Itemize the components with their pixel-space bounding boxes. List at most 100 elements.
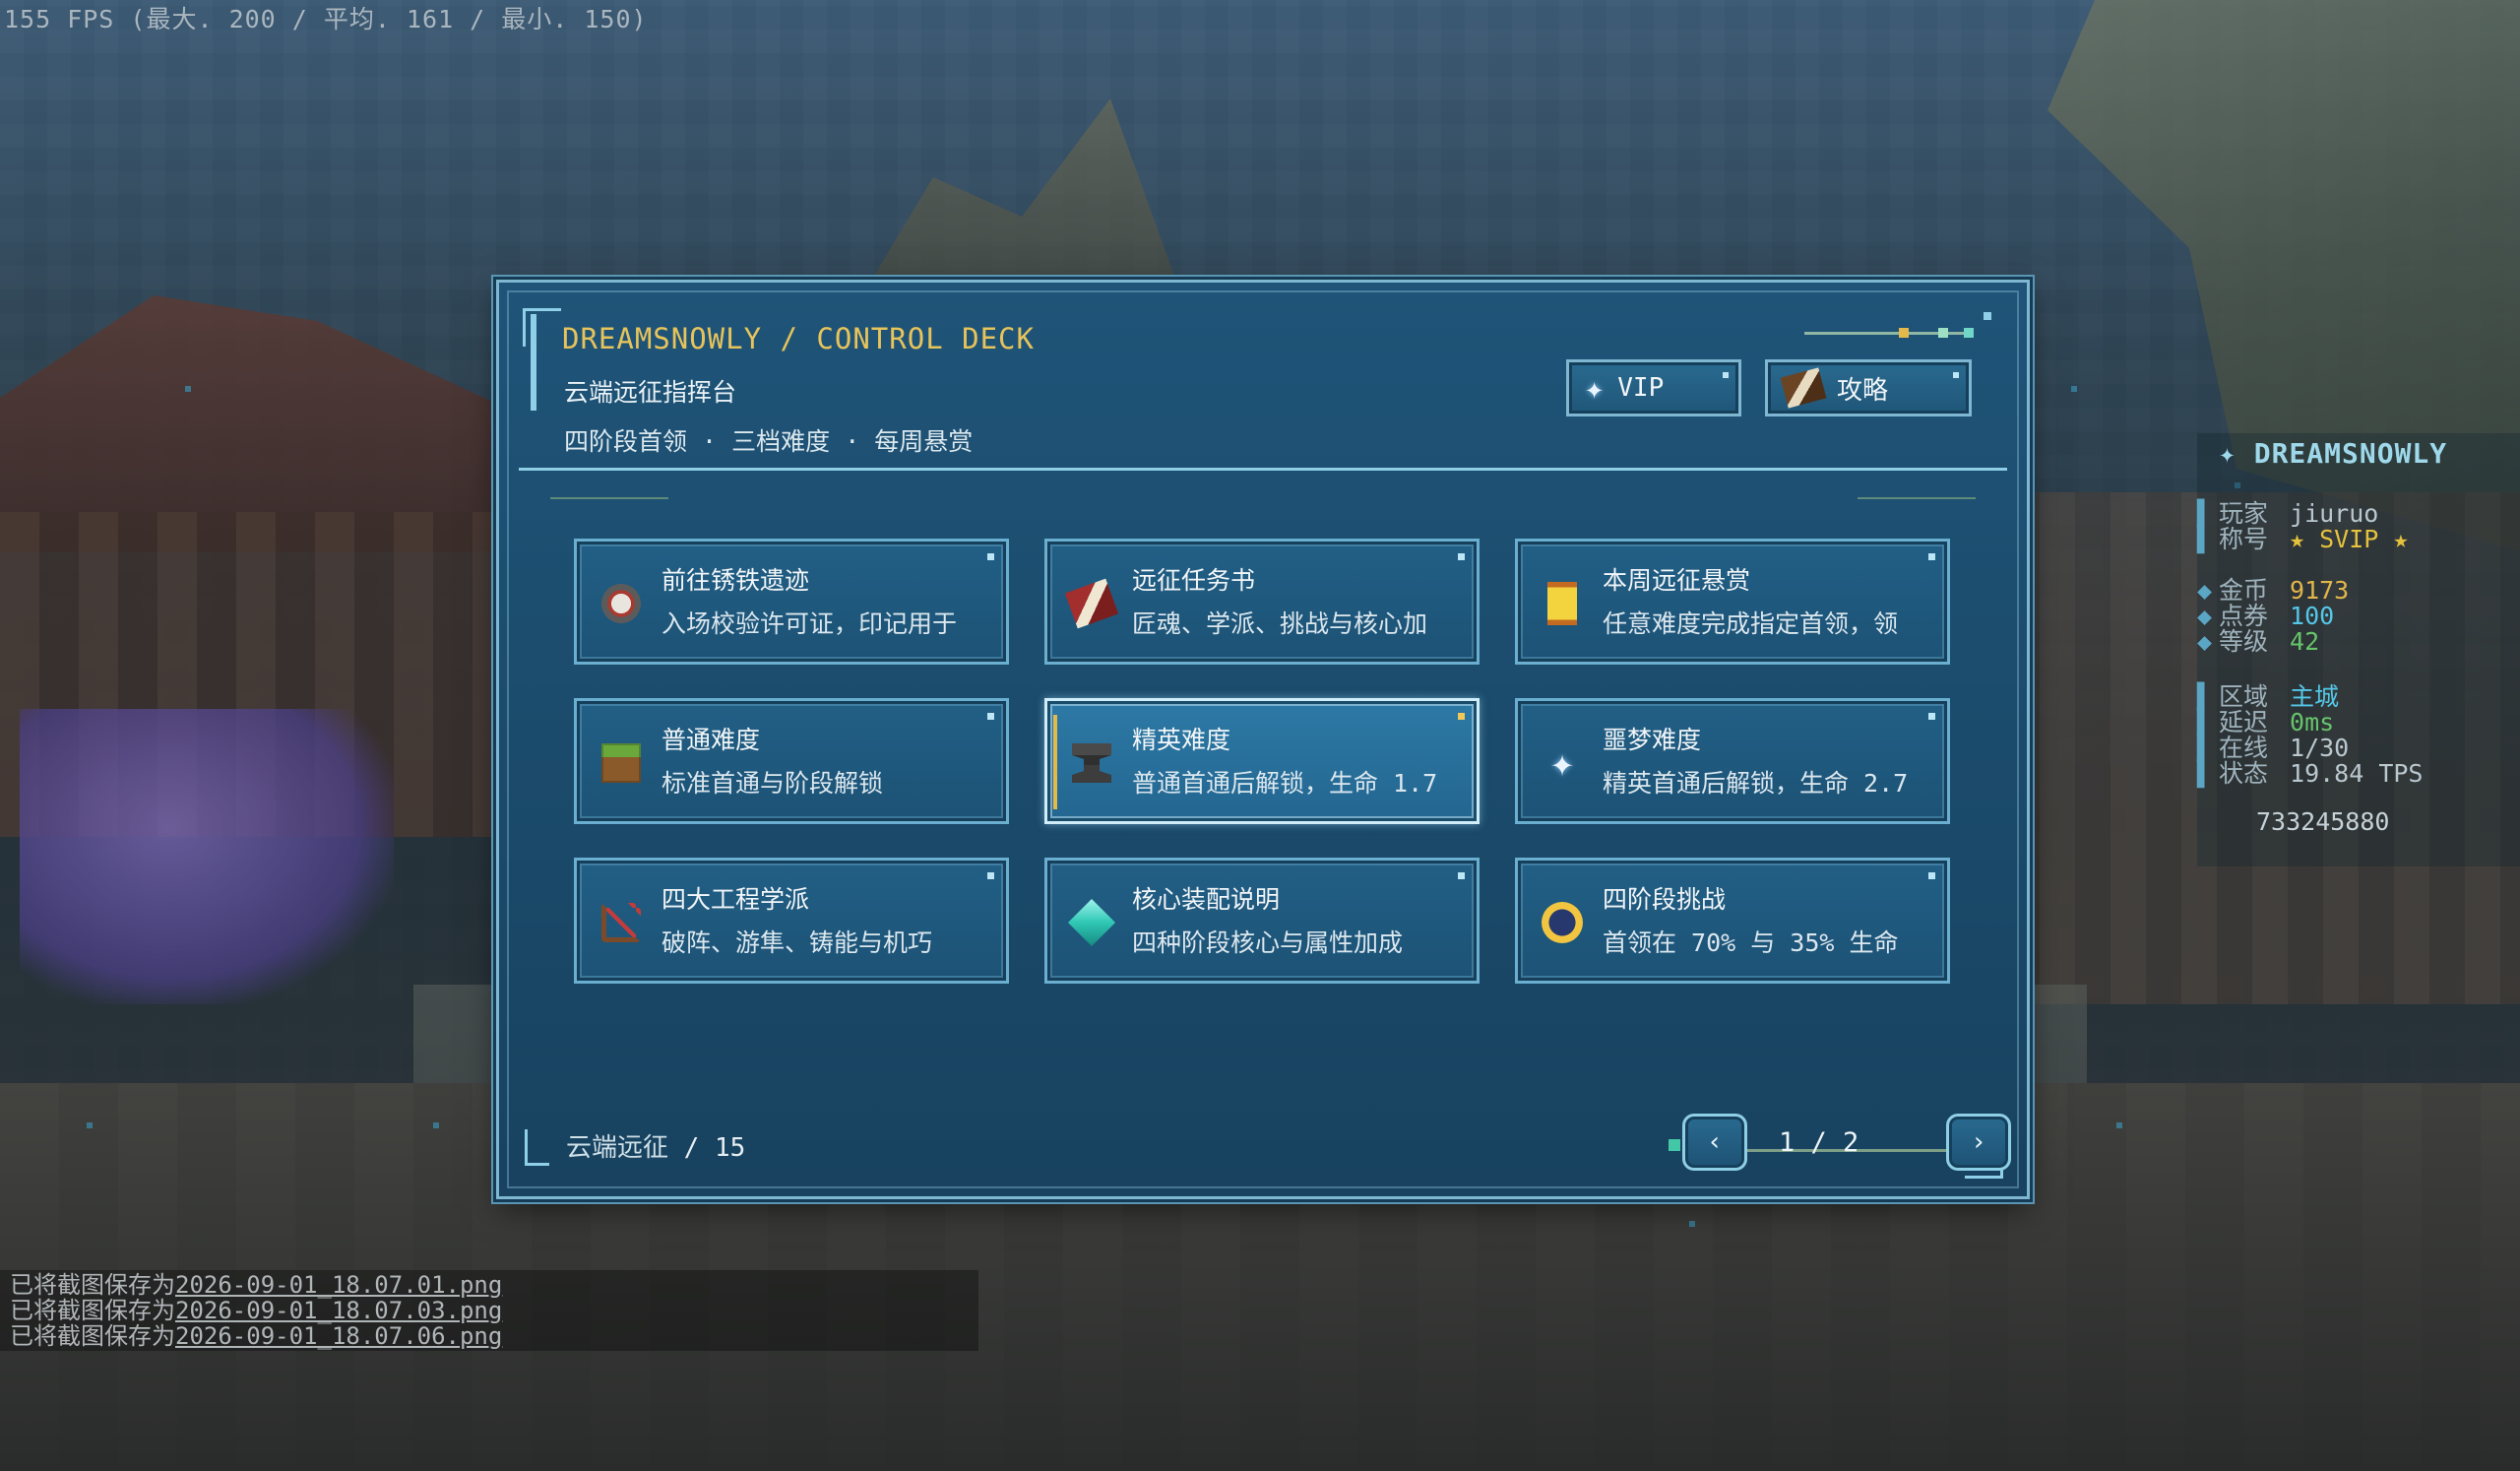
particle bbox=[2116, 1122, 2122, 1128]
chat-prefix: 已将截图保存为 bbox=[10, 1271, 175, 1299]
tile-pip bbox=[1928, 553, 1935, 560]
tile-title: 精英难度 bbox=[1132, 726, 1231, 754]
tile-elite-difficulty[interactable]: 精英难度 普通首通后解锁，生命 1.7 bbox=[1044, 698, 1480, 824]
tile-nightmare-difficulty[interactable]: ✦ 噩梦难度 精英首通后解锁，生命 2.7 bbox=[1515, 698, 1950, 824]
tile-description: 匠魂、学派、挑战与核心加 bbox=[1132, 609, 1428, 638]
item-count-label: 云端远征 bbox=[566, 1133, 669, 1163]
book-icon bbox=[1780, 367, 1827, 409]
tile-pip bbox=[1458, 872, 1465, 879]
tile-title: 远征任务书 bbox=[1132, 566, 1256, 595]
selected-accent bbox=[1053, 715, 1057, 809]
tile-description: 破阵、游隼、铸能与机巧 bbox=[662, 928, 933, 957]
tile-title: 噩梦难度 bbox=[1603, 726, 1702, 754]
particle bbox=[2071, 386, 2077, 392]
clock-icon bbox=[1538, 898, 1587, 947]
tile-description: 任意难度完成指定首领，领 bbox=[1603, 609, 1899, 638]
tile-pip bbox=[1458, 713, 1465, 720]
scoreboard-row: ◆ 等级 42 bbox=[2197, 627, 2320, 656]
scoreboard-title: ✦ DREAMSNOWLY bbox=[2219, 437, 2448, 470]
chat-line: 已将截图保存为2026-09-01_18.07.01.png bbox=[10, 1272, 502, 1298]
terrain-spire bbox=[862, 98, 1181, 295]
book-icon bbox=[1064, 578, 1119, 629]
tile-title: 四阶段挑战 bbox=[1603, 885, 1727, 914]
next-page-button[interactable]: › bbox=[1946, 1114, 2011, 1171]
tile-title: 核心装配说明 bbox=[1132, 885, 1281, 914]
tile-pip bbox=[1928, 713, 1935, 720]
header-divider bbox=[519, 468, 2007, 471]
divider-decoration bbox=[1858, 497, 1976, 499]
tile-title: 前往锈铁遗迹 bbox=[662, 566, 810, 595]
divider-decoration bbox=[550, 497, 668, 499]
tile-pip bbox=[1928, 872, 1935, 879]
pagination-indicator bbox=[1669, 1139, 1680, 1151]
chat-file-link[interactable]: 2026-09-01_18.07.03.png bbox=[175, 1297, 502, 1324]
nether-star-icon: ✦ bbox=[1549, 740, 1575, 786]
tile-pip bbox=[1458, 553, 1465, 560]
prev-page-button[interactable]: ‹ bbox=[1682, 1114, 1747, 1171]
tile-description: 精英首通后解锁，生命 2.7 bbox=[1603, 769, 1909, 798]
fps-counter: 155 FPS (最大. 200 / 平均. 161 / 最小. 150) bbox=[4, 5, 648, 33]
scoreboard-row: ▌ 状态 19.84 TPS bbox=[2197, 759, 2424, 788]
tile-description: 标准首通与阶段解锁 bbox=[662, 769, 884, 798]
guide-button[interactable]: 攻略 bbox=[1765, 359, 1972, 416]
tile-description: 首领在 70% 与 35% 生命 bbox=[1603, 928, 1899, 957]
tile-title: 四大工程学派 bbox=[662, 885, 810, 914]
item-count: 云端远征 / 15 bbox=[566, 1127, 745, 1164]
control-deck-panel: DREAMSNOWLY / CONTROL DECK 云端远征指挥台 四阶段首领… bbox=[496, 280, 2030, 1199]
tile-title: 本周远征悬赏 bbox=[1603, 566, 1751, 595]
tile-four-stage-challenge[interactable]: 四阶段挑战 首领在 70% 与 35% 生命 bbox=[1515, 858, 1950, 984]
button-pip bbox=[1723, 372, 1729, 378]
chat-prefix: 已将截图保存为 bbox=[10, 1297, 175, 1324]
bow-icon bbox=[597, 898, 646, 947]
diamond-icon bbox=[1067, 898, 1116, 947]
tile-normal-difficulty[interactable]: 普通难度 标准首通与阶段解锁 bbox=[574, 698, 1009, 824]
tile-pip bbox=[987, 713, 994, 720]
chevron-left-icon: ‹ bbox=[1707, 1127, 1723, 1157]
grass-block-icon bbox=[597, 738, 646, 788]
tile-description: 四种阶段核心与属性加成 bbox=[1132, 928, 1404, 957]
chat-box: 已将截图保存为2026-09-01_18.07.01.png 已将截图保存为20… bbox=[0, 1270, 978, 1351]
chat-prefix: 已将截图保存为 bbox=[10, 1322, 175, 1350]
rail-marker bbox=[1964, 328, 1974, 338]
particle bbox=[1689, 1221, 1695, 1227]
chat-file-link[interactable]: 2026-09-01_18.07.01.png bbox=[175, 1271, 502, 1299]
tile-quest-book[interactable]: 远征任务书 匠魂、学派、挑战与核心加 bbox=[1044, 539, 1480, 665]
terrain-crystal bbox=[20, 709, 394, 1004]
particle bbox=[87, 1122, 93, 1128]
chevron-right-icon: › bbox=[1971, 1127, 1986, 1157]
header-accent-bar bbox=[531, 314, 536, 411]
vip-button-label: VIP bbox=[1617, 373, 1665, 403]
item-count-value: / 15 bbox=[683, 1133, 746, 1163]
vip-button[interactable]: ✦ VIP bbox=[1566, 359, 1741, 416]
tile-core-assembly[interactable]: 核心装配说明 四种阶段核心与属性加成 bbox=[1044, 858, 1480, 984]
scoreboard-server-id: 733245880 bbox=[2256, 807, 2390, 836]
guide-button-label: 攻略 bbox=[1837, 375, 1889, 406]
footer-bracket bbox=[525, 1129, 549, 1166]
particle bbox=[185, 386, 191, 392]
tile-weekly-bounty[interactable]: 本周远征悬赏 任意难度完成指定首领，领 bbox=[1515, 539, 1950, 665]
tile-description: 普通首通后解锁，生命 1.7 bbox=[1132, 769, 1438, 798]
scoreboard-row: ▌ 称号 ★ SVIP ★ bbox=[2197, 525, 2409, 553]
tile-title: 普通难度 bbox=[662, 726, 761, 754]
tile-description: 入场校验许可证，印记用于 bbox=[662, 609, 958, 638]
panel-tagline: 四阶段首领 · 三档难度 · 每周悬赏 bbox=[564, 427, 974, 456]
rail-marker bbox=[1938, 328, 1948, 338]
rail-marker bbox=[1984, 312, 1991, 320]
sparkle-icon: ✦ bbox=[1585, 369, 1605, 407]
rail-marker bbox=[1899, 328, 1909, 338]
page-indicator: 1 / 2 bbox=[1779, 1127, 1859, 1158]
brand-title: DREAMSNOWLY / CONTROL DECK bbox=[562, 322, 1035, 355]
chat-line: 已将截图保存为2026-09-01_18.07.03.png bbox=[10, 1298, 502, 1323]
chat-line: 已将截图保存为2026-09-01_18.07.06.png bbox=[10, 1323, 502, 1349]
corner-decoration bbox=[523, 308, 561, 347]
button-pip bbox=[1953, 372, 1959, 378]
compass-icon bbox=[597, 579, 646, 628]
tile-rusted-ruins[interactable]: 前往锈铁遗迹 入场校验许可证，印记用于 bbox=[574, 539, 1009, 665]
tile-pip bbox=[987, 553, 994, 560]
chat-file-link[interactable]: 2026-09-01_18.07.06.png bbox=[175, 1322, 502, 1350]
tile-engineering-schools[interactable]: 四大工程学派 破阵、游隼、铸能与机巧 bbox=[574, 858, 1009, 984]
anvil-icon bbox=[1067, 738, 1116, 788]
scroll-icon bbox=[1538, 579, 1587, 628]
panel-subtitle: 云端远征指挥台 bbox=[564, 378, 737, 407]
particle bbox=[433, 1122, 439, 1128]
